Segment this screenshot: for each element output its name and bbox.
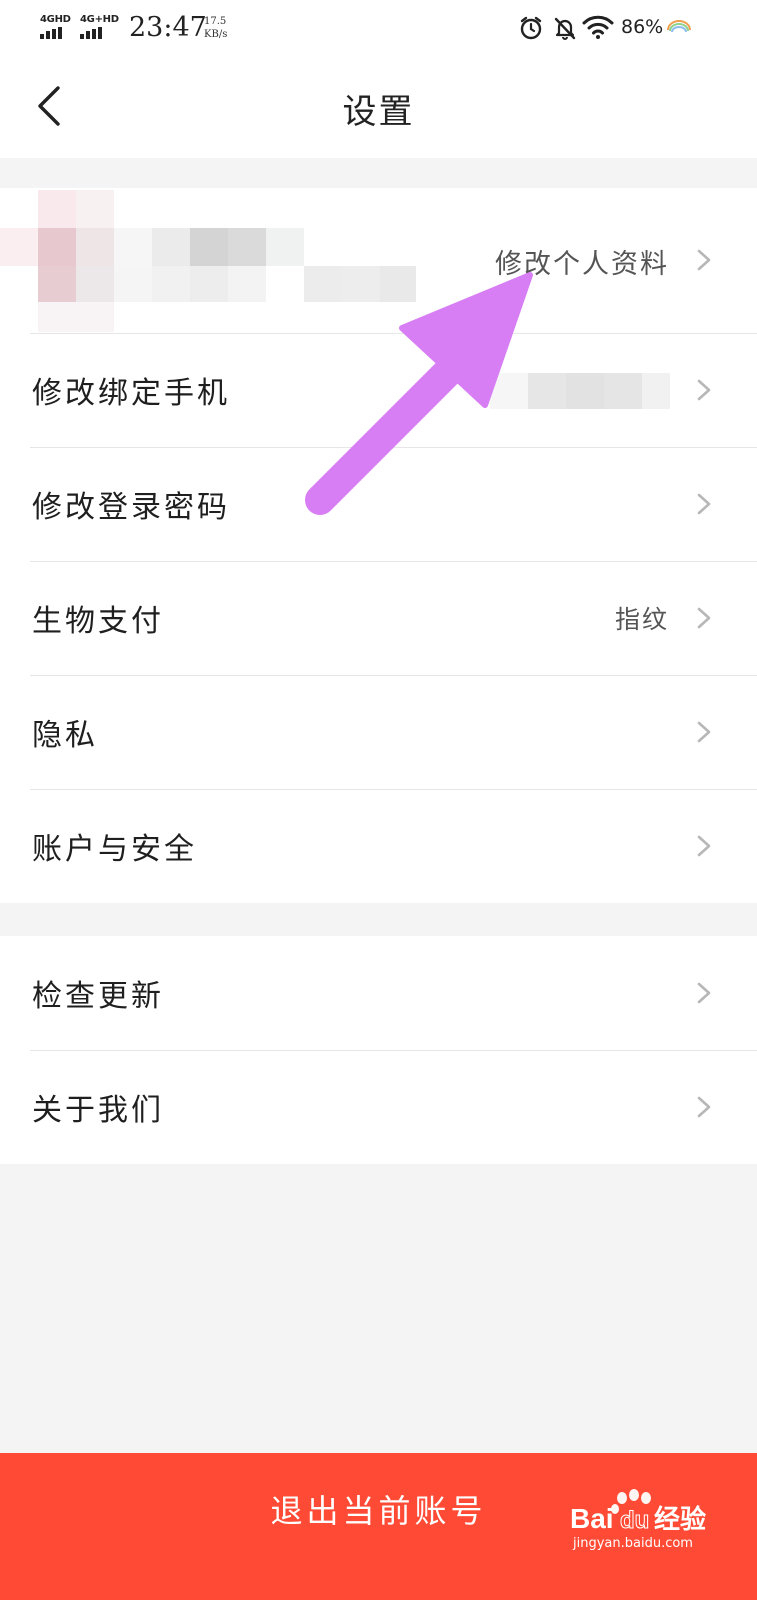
svg-text:Bai: Bai [570,1503,614,1534]
row-label: 检查更新 [32,979,164,1014]
signal-bars-icon [40,27,71,39]
mute-bell-icon [554,17,576,40]
annotation-arrow-icon [305,272,533,515]
row-privacy[interactable]: 隐私 [0,675,757,789]
settings-group-about: 检查更新 关于我们 [0,936,757,1164]
rainbow-app-icon [667,20,691,33]
row-label: 修改绑定手机 [32,376,230,411]
page-title: 设置 [342,92,415,132]
svg-text:du: du [620,1507,649,1534]
row-label: 账户与安全 [32,832,197,867]
bottom-strip [0,1565,757,1600]
signal-2-label: 4G+HD [80,14,119,25]
chevron-right-icon [697,379,711,401]
alarm-icon [520,16,542,40]
wifi-icon [582,15,614,39]
app-header: 设置 [0,56,757,158]
row-label: 隐私 [32,718,98,753]
chevron-right-icon [697,1096,711,1118]
signal-bars-icon [80,27,119,39]
row-label: 关于我们 [32,1093,164,1128]
row-label: 生物支付 [32,604,164,639]
chevron-right-icon [697,607,711,629]
watermark-url: jingyan.baidu.com [573,1536,693,1551]
network-speed-value: 17.5 [204,16,227,27]
signal-1-label: 4GHD [40,14,71,25]
chevron-right-icon [697,835,711,857]
chevron-right-icon [697,982,711,1004]
network-speed-unit: KB/s [204,29,228,40]
chevron-right-icon [697,721,711,743]
row-check-update[interactable]: 检查更新 [0,936,757,1050]
signal-indicator-2: 4G+HD [80,14,119,39]
signal-indicator-1: 4GHD [40,14,71,39]
chevron-right-icon [697,493,711,515]
row-label: 修改登录密码 [32,490,230,525]
status-time: 23:47 [129,12,207,43]
status-bar: 4GHD 4G+HD 23:47 17.5 KB/s 86% [0,0,757,56]
battery-level: 86% [621,16,664,38]
row-about-us[interactable]: 关于我们 [0,1050,757,1164]
row-biometric-payment[interactable]: 生物支付 指纹 [0,561,757,675]
svg-text:经验: 经验 [654,1504,706,1535]
chevron-right-icon [697,249,711,271]
row-account-security[interactable]: 账户与安全 [0,789,757,903]
biometric-value: 指纹 [614,605,669,634]
network-speed: 17.5 KB/s [204,15,244,41]
